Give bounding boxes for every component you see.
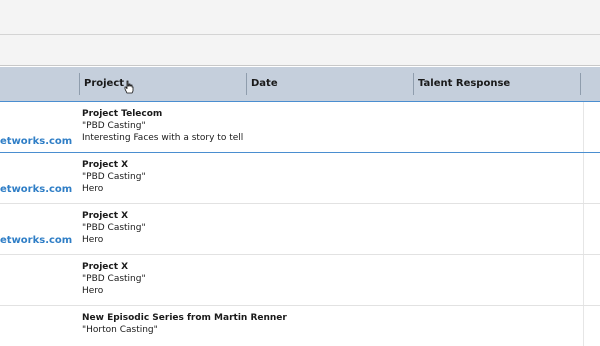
column-header-project[interactable]: Project [80,67,246,101]
project-cell: Project X "PBD Casting" Hero [82,210,146,246]
row-email-link[interactable]: etworks.com [0,235,72,246]
role-name: Interesting Faces with a story to tell [82,133,244,143]
column-edge [583,102,584,152]
hand-pointer-icon [124,80,134,94]
casting-name: "PBD Casting" [82,274,146,284]
table-row[interactable]: etworks.com Project X "PBD Casting" Hero [0,204,600,255]
role-name: Hero [82,286,104,296]
project-cell: Project X "PBD Casting" Hero [82,261,146,297]
project-cell: Project X "PBD Casting" Hero [82,159,146,195]
project-cell: New Episodic Series from Martin Renner "… [82,312,287,336]
table-row[interactable]: Project X "PBD Casting" Hero [0,255,600,306]
column-divider[interactable] [580,73,581,95]
casting-name: "PBD Casting" [82,223,146,233]
table-row[interactable]: New Episodic Series from Martin Renner "… [0,306,600,346]
casting-name: "PBD Casting" [82,172,146,182]
column-edge [583,204,584,254]
project-title: Project X [82,211,129,221]
column-edge [583,255,584,305]
column-edge [583,153,584,203]
column-header-talent-response[interactable]: Talent Response [414,67,580,101]
table-header: Project Date Talent Response [0,67,600,102]
project-title: Project X [82,262,129,272]
table-row[interactable]: etworks.com Project Telecom "PBD Casting… [0,101,600,153]
table-row[interactable]: etworks.com Project X "PBD Casting" Hero [0,153,600,204]
project-title: New Episodic Series from Martin Renner [82,313,287,323]
casting-name: "Horton Casting" [82,325,158,335]
project-title: Project Telecom [82,109,163,119]
project-cell: Project Telecom "PBD Casting" Interestin… [82,108,243,144]
top-toolbar [0,0,600,35]
role-name: Hero [82,235,104,245]
column-header-date[interactable]: Date [247,67,413,101]
row-email-link[interactable]: etworks.com [0,184,72,195]
casting-name: "PBD Casting" [82,121,146,131]
row-email-link[interactable]: etworks.com [0,136,72,147]
project-title: Project X [82,160,129,170]
role-name: Hero [82,184,104,194]
sub-toolbar [0,35,600,66]
column-edge [583,306,584,346]
